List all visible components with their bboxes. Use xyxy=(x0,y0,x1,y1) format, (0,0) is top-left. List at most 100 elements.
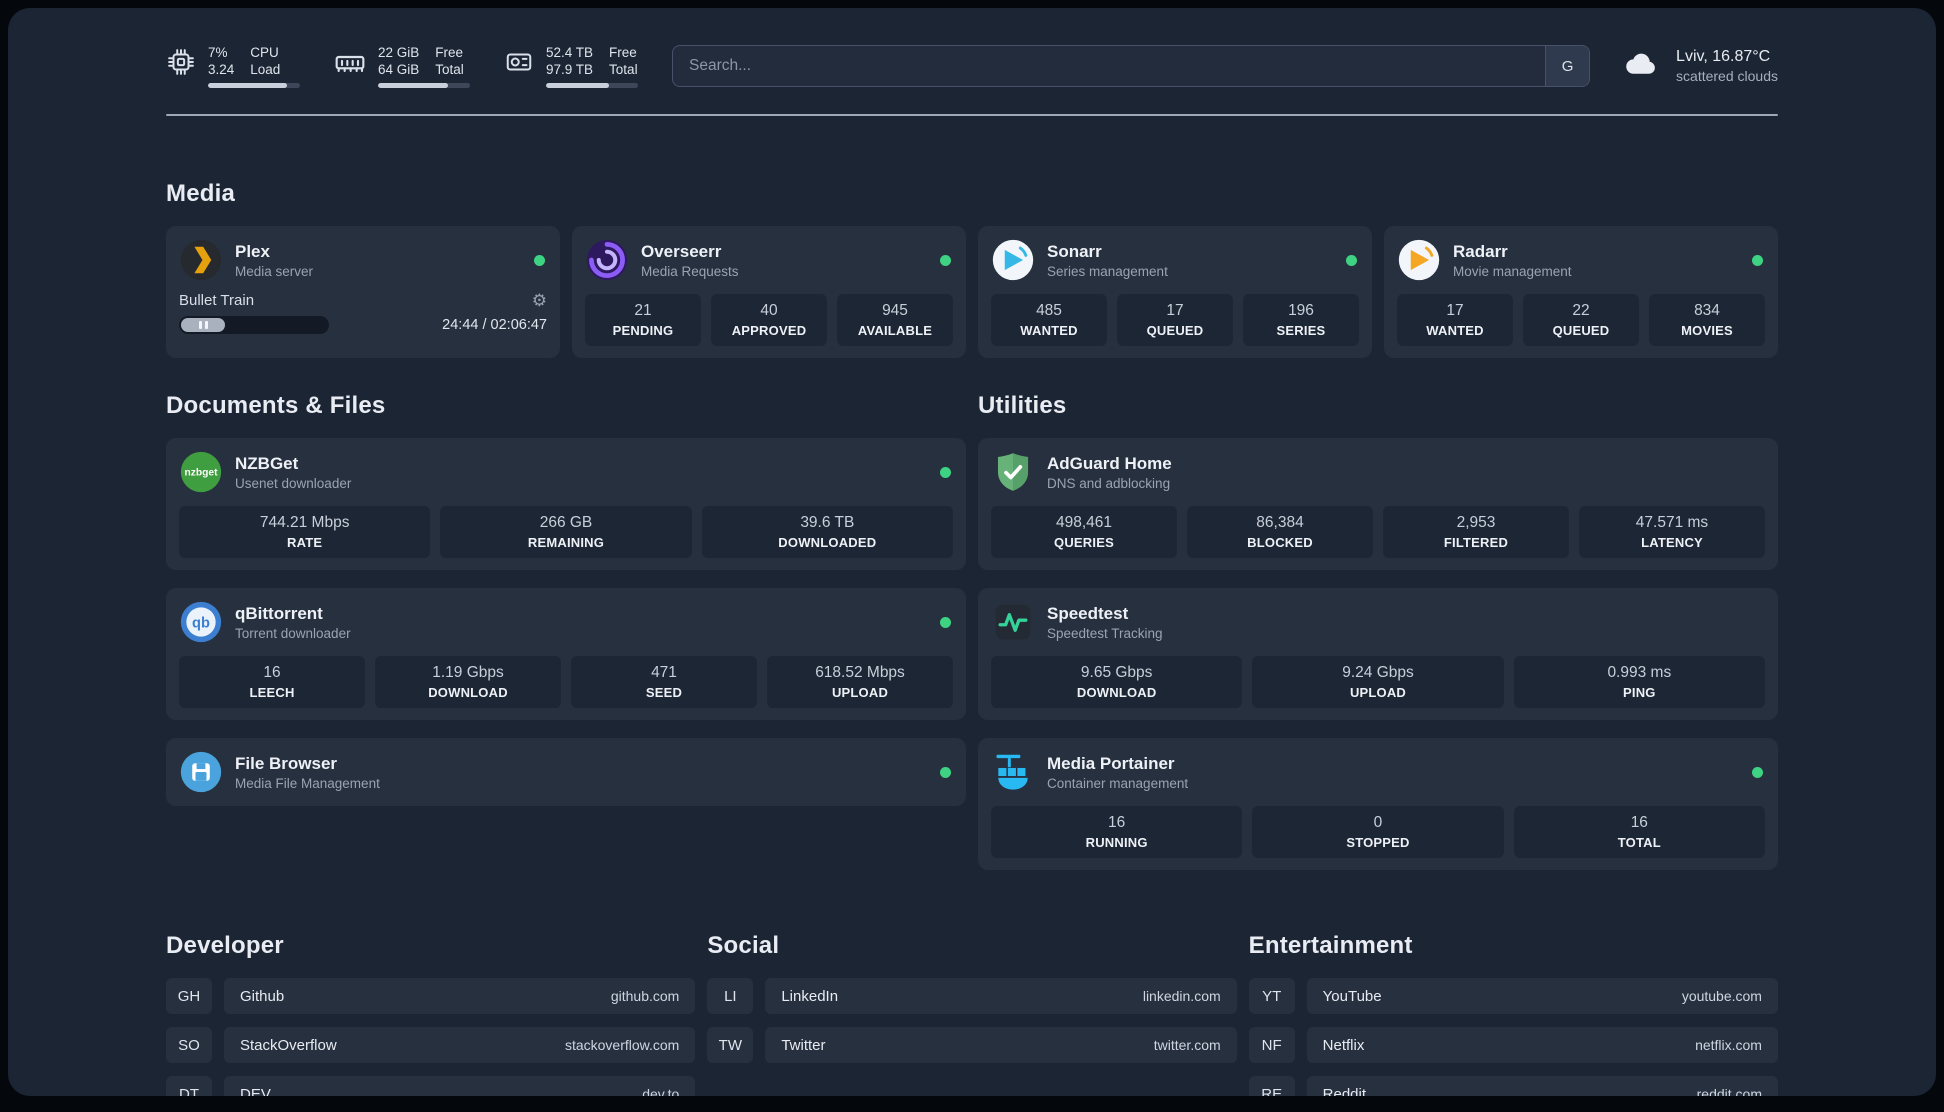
service-card-nzbget[interactable]: nzbget NZBGet Usenet downloader 744.21 M… xyxy=(166,438,966,570)
stat-value: 485 xyxy=(1036,302,1062,319)
service-card-sonarr[interactable]: Sonarr Series management 485 WANTED 17 Q… xyxy=(978,226,1372,358)
bookmark-github[interactable]: GH Github github.com xyxy=(166,978,696,1014)
bookmark-url: twitter.com xyxy=(1153,1037,1221,1053)
ram-total-value: 64 GiB xyxy=(378,62,420,77)
stat-blocked: 86,384 BLOCKED xyxy=(1187,506,1373,558)
stat-value: 196 xyxy=(1288,302,1314,319)
dashboard: 7% 3.24 CPU Load 22 GiB 64 GiB Free Tota… xyxy=(8,8,1936,1096)
overseerr-icon xyxy=(585,238,629,282)
stat-wanted: 485 WANTED xyxy=(991,294,1107,346)
stat-label: DOWNLOAD xyxy=(428,685,508,700)
bookmark-abbr: NF xyxy=(1248,1027,1295,1063)
service-card-radarr[interactable]: Radarr Movie management 17 WANTED 22 QUE… xyxy=(1384,226,1778,358)
bookmark-name: Twitter xyxy=(781,1036,826,1054)
stat-label: FILTERED xyxy=(1443,535,1509,550)
bookmark-youtube[interactable]: YT YouTube youtube.com xyxy=(1248,978,1778,1014)
service-card-overseerr[interactable]: Overseerr Media Requests 21 PENDING 40 A… xyxy=(572,226,966,358)
stat-value: 16 xyxy=(1108,814,1126,831)
stat-rate: 744.21 Mbps RATE xyxy=(179,506,431,558)
stat-value: 2,953 xyxy=(1456,514,1496,531)
ram-total-label: Total xyxy=(435,62,464,77)
service-name: Sonarr xyxy=(1047,241,1102,261)
stat-leech: 16 LEECH xyxy=(179,656,365,708)
stat-label: AVAILABLE xyxy=(857,323,933,338)
status-dot xyxy=(940,254,951,266)
service-name: qBittorrent xyxy=(235,603,323,623)
bookmark-group-social: Social LI LinkedIn linkedin.com TW Twitt… xyxy=(707,932,1237,1096)
status-dot xyxy=(1346,254,1357,266)
service-card-portainer[interactable]: Media Portainer Container management 16 … xyxy=(978,738,1778,870)
search-engine-button[interactable]: G xyxy=(1545,46,1590,86)
status-dot xyxy=(1752,254,1763,266)
stat-label: PENDING xyxy=(612,323,674,338)
stat-value: 9.65 Gbps xyxy=(1080,664,1153,681)
now-playing-widget: Bullet Train ⚙ 24:44 / 02:06:47 xyxy=(179,292,547,334)
ram-usage-bar-fill xyxy=(378,83,448,88)
bookmark-netflix[interactable]: NF Netflix netflix.com xyxy=(1248,1027,1778,1063)
stat-value: 834 xyxy=(1694,302,1720,319)
bookmark-stackoverflow[interactable]: SO StackOverflow stackoverflow.com xyxy=(166,1027,696,1063)
service-card-filebrowser[interactable]: File Browser Media File Management xyxy=(166,738,966,806)
disk-usage-bar-fill xyxy=(546,83,609,88)
service-card-qbittorrent[interactable]: qb qBittorrent Torrent downloader 16 LEE… xyxy=(166,588,966,720)
status-dot xyxy=(534,254,545,266)
adguard-shield-icon xyxy=(991,450,1035,494)
service-subtitle: Media File Management xyxy=(235,775,380,791)
weather-location: Lviv, 16.87°C xyxy=(1676,48,1771,65)
status-dot xyxy=(1752,766,1763,778)
bookmark-url: dev.to xyxy=(642,1086,680,1096)
bookmark-abbr: DT xyxy=(166,1076,212,1096)
disk-usage-bar xyxy=(546,83,638,88)
status-dot xyxy=(940,616,951,628)
stat-label: RATE xyxy=(287,535,323,550)
now-playing-title: Bullet Train xyxy=(179,292,255,309)
search-input[interactable] xyxy=(673,46,1546,86)
disk-total-value: 97.9 TB xyxy=(546,62,594,77)
bookmark-reddit[interactable]: RE Reddit reddit.com xyxy=(1248,1076,1778,1097)
playback-time: 24:44 / 02:06:47 xyxy=(442,317,547,333)
ram-free-label: Free xyxy=(435,45,464,60)
service-name: Radarr xyxy=(1453,241,1508,261)
disk-widget: 52.4 TB 97.9 TB Free Total xyxy=(504,44,638,88)
svg-text:qb: qb xyxy=(192,616,210,632)
bookmark-group-developer: Developer GH Github github.com SO StackO… xyxy=(166,932,696,1096)
bookmark-name: Reddit xyxy=(1322,1085,1367,1097)
service-name: Media Portainer xyxy=(1047,753,1175,773)
stat-value: 16 xyxy=(1630,814,1648,831)
status-dot xyxy=(940,766,951,778)
stat-download: 1.19 Gbps DOWNLOAD xyxy=(375,656,561,708)
service-card-adguard[interactable]: AdGuard Home DNS and adblocking 498,461 … xyxy=(978,438,1778,570)
stat-download: 9.65 Gbps DOWNLOAD xyxy=(991,656,1243,708)
stat-upload: 618.52 Mbps UPLOAD xyxy=(767,656,953,708)
service-card-plex[interactable]: Plex Media server Bullet Train ⚙ 24:44 /… xyxy=(166,226,560,358)
section-title-documents: Documents & Files xyxy=(166,392,386,419)
ram-free-value: 22 GiB xyxy=(378,45,420,60)
pause-button[interactable] xyxy=(181,318,225,332)
service-subtitle: Speedtest Tracking xyxy=(1047,625,1163,641)
playback-progress-bar[interactable] xyxy=(179,316,329,334)
stat-wanted: 17 WANTED xyxy=(1397,294,1513,346)
hard-drive-icon xyxy=(504,47,534,77)
bookmark-twitter[interactable]: TW Twitter twitter.com xyxy=(707,1027,1237,1063)
stat-movies: 834 MOVIES xyxy=(1649,294,1765,346)
bookmark-name: LinkedIn xyxy=(781,987,839,1005)
stat-series: 196 SERIES xyxy=(1243,294,1359,346)
cloud-icon xyxy=(1618,46,1664,87)
service-card-speedtest[interactable]: Speedtest Speedtest Tracking 9.65 Gbps D… xyxy=(978,588,1778,720)
stat-seed: 471 SEED xyxy=(571,656,757,708)
section-title-social: Social xyxy=(707,932,780,959)
qbittorrent-icon: qb xyxy=(179,600,223,644)
stat-label: QUEUED xyxy=(1146,323,1204,338)
bookmark-linkedin[interactable]: LI LinkedIn linkedin.com xyxy=(707,978,1237,1014)
disk-free-label: Free xyxy=(609,45,637,60)
service-name: Speedtest xyxy=(1047,603,1129,623)
stat-label: APPROVED xyxy=(731,323,807,338)
stat-value: 498,461 xyxy=(1055,514,1113,531)
weather-widget[interactable]: Lviv, 16.87°C scattered clouds xyxy=(1618,46,1778,87)
bookmark-dev[interactable]: DT DEV dev.to xyxy=(166,1076,696,1096)
documents-column: Documents & Files nzbget NZBGet Usenet d… xyxy=(166,392,966,870)
bookmark-url: github.com xyxy=(610,988,680,1004)
bookmark-name: Github xyxy=(240,987,285,1005)
gear-icon[interactable]: ⚙ xyxy=(532,292,547,309)
section-title-developer: Developer xyxy=(166,932,284,959)
